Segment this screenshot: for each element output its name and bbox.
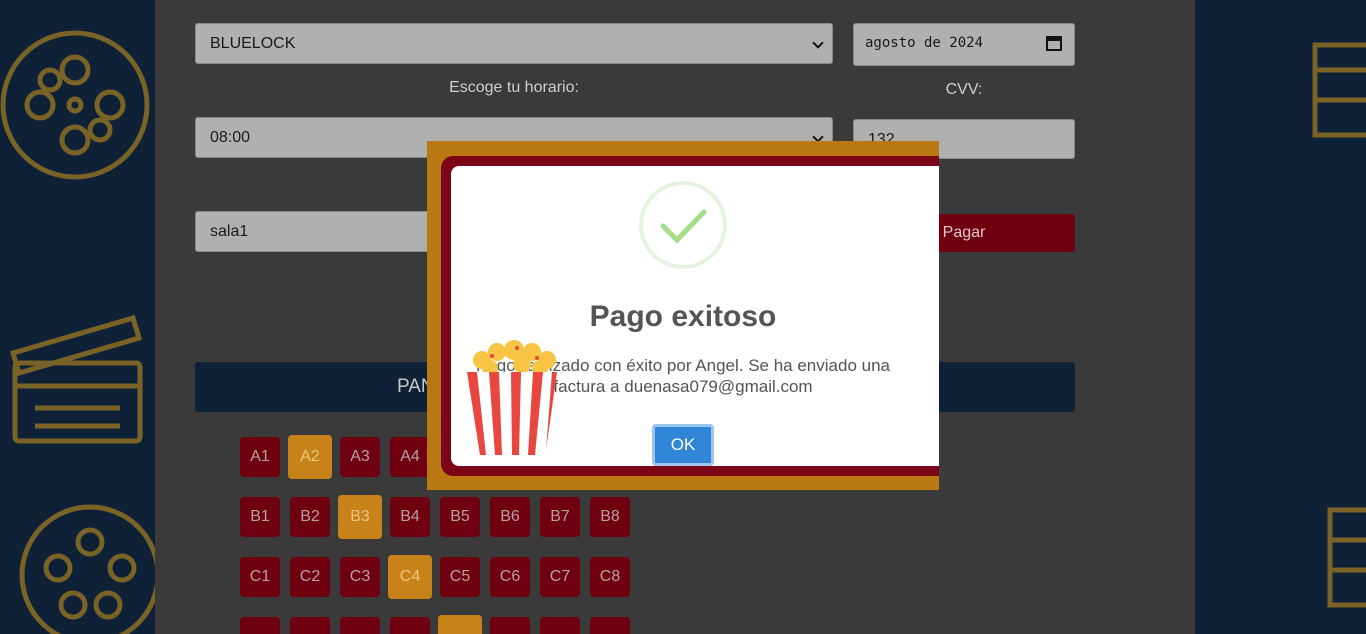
ok-button[interactable]: OK	[652, 424, 714, 466]
movie-select[interactable]: BLUELOCK	[195, 23, 833, 64]
seat-a4[interactable]: A4	[390, 437, 430, 477]
seat-c8[interactable]: C8	[590, 557, 630, 597]
seat-a2[interactable]: A2	[288, 435, 332, 479]
seat-c7[interactable]: C7	[540, 557, 580, 597]
seat-b5[interactable]: B5	[440, 497, 480, 537]
seat-c6[interactable]: C6	[490, 557, 530, 597]
film-strip-icon	[1312, 42, 1366, 138]
seat-c1[interactable]: C1	[240, 557, 280, 597]
seat-c4[interactable]: C4	[388, 555, 432, 599]
seat-b1[interactable]: B1	[240, 497, 280, 537]
seat-a3[interactable]: A3	[340, 437, 380, 477]
film-reel-icon	[0, 30, 150, 180]
schedule-label: Escoge tu horario:	[449, 79, 579, 96]
film-strip-icon	[1327, 507, 1366, 608]
seat-d8[interactable]	[590, 617, 630, 634]
seat-b7[interactable]: B7	[540, 497, 580, 537]
modal-title: Pago exitoso	[589, 300, 777, 333]
seat-d4[interactable]	[390, 617, 430, 634]
calendar-icon[interactable]	[1046, 35, 1062, 51]
seat-d5[interactable]	[438, 615, 482, 634]
seat-d2[interactable]	[290, 617, 330, 634]
seat-b6[interactable]: B6	[490, 497, 530, 537]
popcorn-icon	[467, 340, 557, 455]
seat-b4[interactable]: B4	[390, 497, 430, 537]
seat-a1[interactable]: A1	[240, 437, 280, 477]
seat-d1[interactable]	[240, 617, 280, 634]
cvv-label: CVV:	[945, 81, 983, 98]
expiry-date-input[interactable]: agosto de 2024	[853, 23, 1075, 66]
seat-c2[interactable]: C2	[290, 557, 330, 597]
seat-d3[interactable]	[340, 617, 380, 634]
seat-d6[interactable]	[490, 617, 530, 634]
seat-c3[interactable]: C3	[340, 557, 380, 597]
seat-b8[interactable]: B8	[590, 497, 630, 537]
seat-d7[interactable]	[540, 617, 580, 634]
seat-b2[interactable]: B2	[290, 497, 330, 537]
film-reel-icon	[19, 504, 158, 634]
seat-b3[interactable]: B3	[338, 495, 382, 539]
success-check-icon	[639, 181, 727, 269]
seat-c5[interactable]: C5	[440, 557, 480, 597]
expiry-date-value: agosto de 2024	[865, 35, 984, 51]
clapperboard-icon	[9, 314, 143, 444]
